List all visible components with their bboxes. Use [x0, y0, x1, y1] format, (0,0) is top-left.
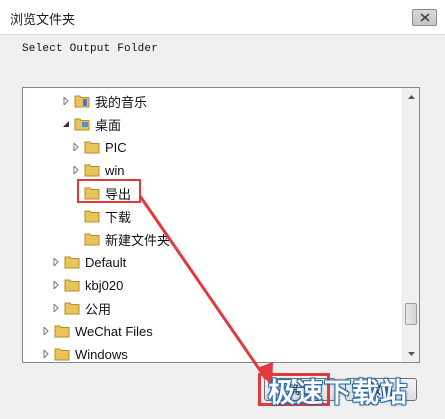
- ok-button-highlight: [258, 373, 330, 406]
- window-title: 浏览文件夹: [10, 12, 76, 27]
- folder-icon: [54, 348, 70, 361]
- folder-icon: [84, 210, 100, 223]
- tree-item[interactable]: 桌面: [61, 113, 419, 135]
- scroll-down-button[interactable]: [403, 345, 419, 362]
- folder-icon: [84, 233, 100, 246]
- close-button[interactable]: [412, 9, 437, 26]
- chevron-down-icon: [407, 351, 415, 356]
- dialog-body: Select Output Folder 我的音乐 桌面 PIC win 导出 …: [0, 35, 445, 419]
- expand-arrow-icon[interactable]: [71, 142, 81, 152]
- tree-item-label: 桌面: [95, 117, 122, 133]
- folder-icon: [84, 187, 100, 200]
- folder-icon: [64, 279, 80, 292]
- expand-arrow-icon[interactable]: [41, 349, 51, 359]
- tree-item-label: 导出: [105, 186, 132, 202]
- expand-arrow-icon[interactable]: [51, 303, 61, 313]
- tree-item-selected[interactable]: 导出: [84, 182, 419, 204]
- folder-icon: [84, 164, 100, 177]
- folder-icon: [64, 302, 80, 315]
- tree-item[interactable]: Default: [51, 251, 419, 273]
- expand-arrow-icon[interactable]: [71, 165, 81, 175]
- tree-item[interactable]: 下载: [84, 205, 419, 227]
- tree-item[interactable]: win: [71, 159, 419, 181]
- tree-item[interactable]: PIC: [71, 136, 419, 158]
- scrollbar-thumb[interactable]: [405, 303, 417, 325]
- folder-icon: [64, 256, 80, 269]
- tree-item-label: PIC: [105, 139, 127, 155]
- prompt-text: Select Output Folder: [22, 43, 159, 55]
- folder-icon: [54, 325, 70, 338]
- tree-item-label: 下载: [105, 209, 132, 225]
- title-bar: 浏览文件夹: [0, 0, 445, 35]
- tree-item[interactable]: 我的音乐: [61, 90, 419, 112]
- collapse-arrow-icon[interactable]: [61, 119, 71, 129]
- tree-item-label: kbj020: [85, 277, 124, 293]
- vertical-scrollbar[interactable]: [402, 88, 419, 362]
- tree-item-label: 新建文件夹: [105, 232, 171, 248]
- folder-icon: [84, 141, 100, 154]
- folder-tree[interactable]: 我的音乐 桌面 PIC win 导出 下载 新建文件夹 Default kbj0…: [22, 87, 420, 363]
- tree-item-label: WeChat Files: [75, 323, 153, 339]
- tree-item-label: win: [105, 162, 125, 178]
- chevron-up-icon: [407, 94, 415, 99]
- expand-arrow-icon[interactable]: [61, 96, 71, 106]
- expand-arrow-icon[interactable]: [51, 280, 61, 290]
- tree-item[interactable]: 公用: [51, 297, 419, 319]
- desktop-folder-icon: [74, 118, 90, 131]
- cancel-button[interactable]: 取消: [345, 378, 417, 401]
- tree-item[interactable]: WeChat Files: [41, 320, 419, 342]
- tree-item-label: 公用: [85, 301, 112, 317]
- tree-item-label: Default: [85, 254, 127, 270]
- close-icon: [419, 13, 430, 22]
- tree-item-label: 我的音乐: [95, 94, 148, 110]
- scroll-up-button[interactable]: [403, 88, 419, 105]
- expand-arrow-icon[interactable]: [41, 326, 51, 336]
- expand-arrow-icon[interactable]: [51, 257, 61, 267]
- tree-item[interactable]: 新建文件夹: [84, 228, 419, 250]
- tree-item[interactable]: Windows: [41, 343, 419, 362]
- tree-item[interactable]: kbj020: [51, 274, 419, 296]
- music-folder-icon: [74, 95, 90, 108]
- tree-item-label: Windows: [75, 346, 128, 362]
